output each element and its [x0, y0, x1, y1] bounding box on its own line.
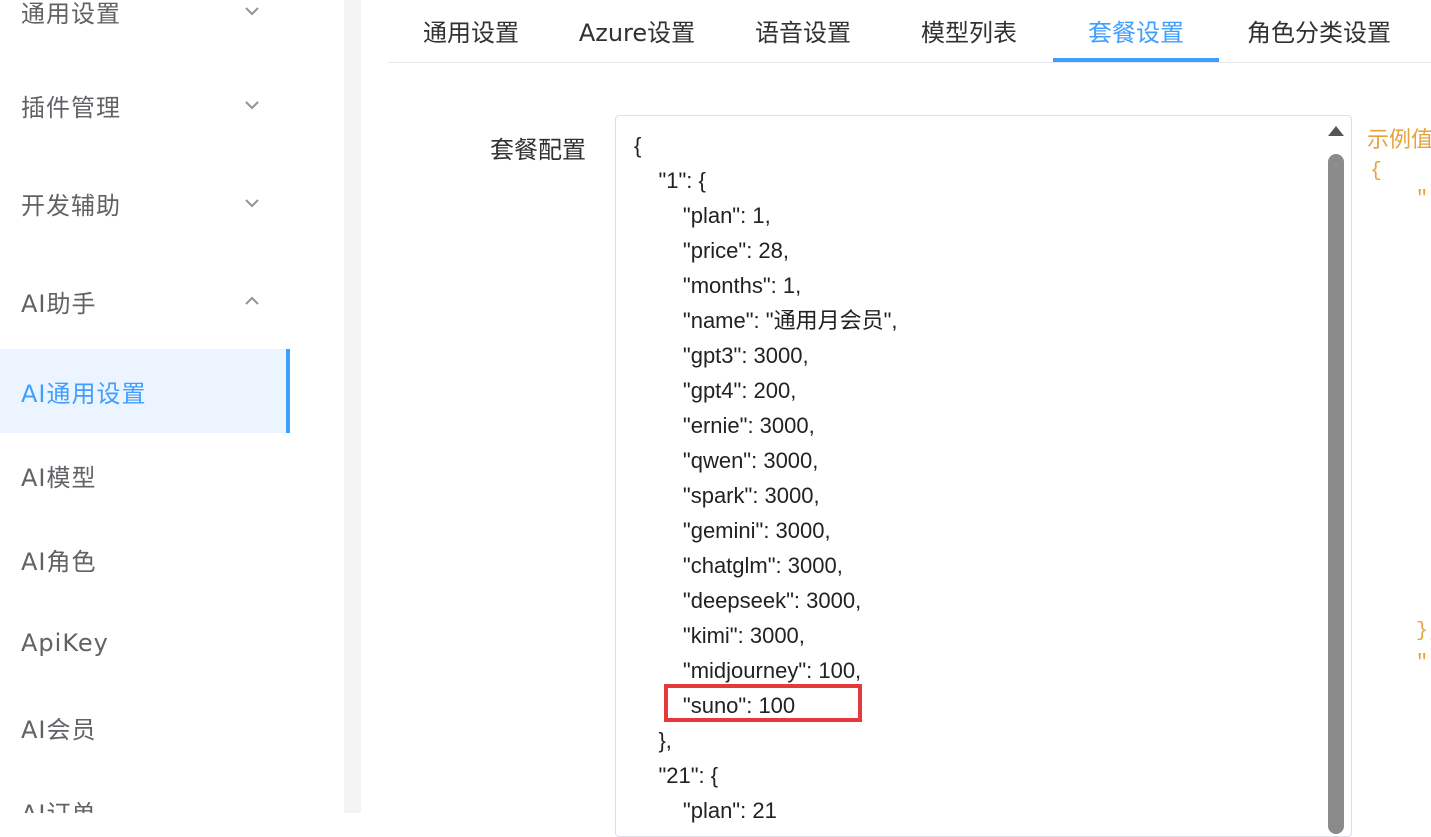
code-line: "price": 28,: [634, 238, 790, 263]
code-line: {: [634, 133, 642, 158]
code-line: "spark": 3000,: [634, 483, 820, 508]
menu-item-general-settings[interactable]: 通用设置: [0, 0, 290, 36]
menu-item-label: 插件管理: [21, 93, 121, 122]
code-content: { "1": { "plan": 1, "price": 28, "months…: [634, 128, 898, 828]
active-tab-indicator: [1053, 58, 1219, 62]
menu-item-label: AI模型: [21, 463, 97, 492]
example-glyph: },: [1416, 620, 1431, 643]
code-line: "chatglm": 3000,: [634, 553, 843, 578]
settings-tabs: 通用设置 Azure设置 语音设置 模型列表 套餐设置 角色分类设置: [388, 0, 1431, 63]
tab-package-settings[interactable]: 套餐设置: [1053, 0, 1219, 60]
menu-item-label: AI角色: [21, 547, 97, 576]
code-line: "1": {: [634, 168, 706, 193]
code-line: },: [634, 728, 672, 753]
menu-item-dev-assist[interactable]: 开发辅助: [0, 178, 290, 228]
menu-item-label: AI助手: [21, 289, 97, 318]
menu-item-ai-orders[interactable]: AI订单: [0, 786, 290, 814]
editor-scrollbar[interactable]: [1328, 120, 1344, 834]
tab-voice-settings[interactable]: 语音设置: [720, 0, 886, 60]
package-config-label: 套餐配置: [490, 136, 586, 164]
example-glyph: ": [1416, 652, 1429, 675]
menu-item-ai-models[interactable]: AI模型: [0, 450, 290, 500]
tab-model-list[interactable]: 模型列表: [886, 0, 1052, 60]
chevron-up-icon: [245, 296, 259, 305]
example-glyph: {: [1370, 160, 1383, 183]
menu-item-label: AI订单: [21, 794, 97, 814]
chevron-down-icon: [245, 7, 259, 16]
menu-item-apikey[interactable]: ApiKey: [0, 618, 290, 668]
menu-item-ai-general-settings[interactable]: AI通用设置: [0, 349, 290, 433]
tab-role-category-settings[interactable]: 角色分类设置: [1219, 0, 1419, 60]
code-line: "gemini": 3000,: [634, 518, 831, 543]
menu-item-label: AI会员: [21, 715, 97, 744]
menu-item-label: ApiKey: [21, 629, 109, 657]
example-title: 示例值: [1367, 128, 1431, 153]
chevron-down-icon: [245, 199, 259, 208]
scroll-thumb[interactable]: [1328, 154, 1344, 834]
code-line: "gpt3": 3000,: [634, 343, 809, 368]
code-line: "months": 1,: [634, 273, 802, 298]
code-line: "deepseek": 3000,: [634, 588, 862, 613]
chevron-down-icon: [245, 101, 259, 110]
code-line: "gpt4": 200,: [634, 378, 797, 403]
menu-item-ai-assistant[interactable]: AI助手: [0, 276, 290, 326]
content-divider: [344, 0, 361, 813]
code-line: "midjourney": 100,: [634, 658, 862, 683]
tab-general-settings[interactable]: 通用设置: [388, 0, 554, 60]
menu-item-plugin-management[interactable]: 插件管理: [0, 80, 290, 130]
menu-item-ai-roles[interactable]: AI角色: [0, 534, 290, 584]
code-line: "name": "通用月会员",: [634, 308, 898, 333]
code-line: "kimi": 3000,: [634, 623, 805, 648]
code-line: "plan": 1,: [634, 203, 771, 228]
menu-item-label: 通用设置: [21, 0, 121, 28]
menu-item-label: AI通用设置: [21, 379, 147, 408]
menu-item-ai-members[interactable]: AI会员: [0, 702, 290, 752]
highlight-box: [664, 684, 862, 722]
code-line: "ernie": 3000,: [634, 413, 815, 438]
code-line: "plan": 21: [634, 798, 777, 823]
code-line: "21": {: [634, 763, 719, 788]
tab-azure-settings[interactable]: Azure设置: [554, 0, 720, 60]
example-glyph: ": [1416, 188, 1429, 211]
package-config-editor[interactable]: { "1": { "plan": 1, "price": 28, "months…: [615, 115, 1352, 837]
menu-item-label: 开发辅助: [21, 191, 121, 220]
scroll-up-arrow-icon[interactable]: [1328, 126, 1344, 136]
sidebar-gutter: [290, 0, 344, 813]
sidebar: 通用设置 插件管理 开发辅助 AI助手 AI通用设置 AI模型 AI角色 Api…: [0, 0, 290, 813]
code-line: "qwen": 3000,: [634, 448, 819, 473]
